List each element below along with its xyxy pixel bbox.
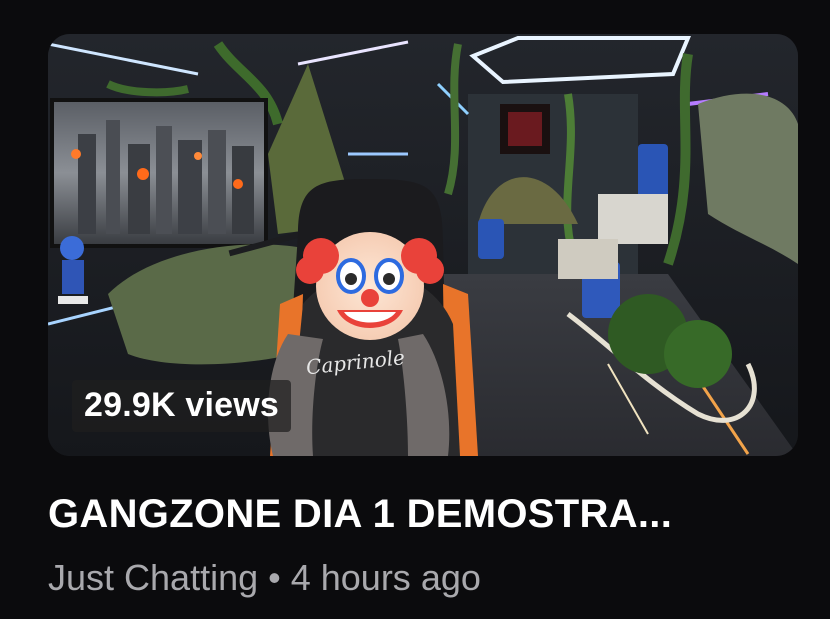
upload-age: 4 hours ago <box>290 557 481 598</box>
video-meta: Just Chatting • 4 hours ago <box>48 558 481 598</box>
views-count-badge: 29.9K views <box>72 380 291 432</box>
video-title[interactable]: GANGZONE DIA 1 DEMOSTRA... <box>48 492 808 536</box>
category-link[interactable]: Just Chatting <box>48 557 258 598</box>
video-card[interactable]: Caprinole 29.9K views GANGZONE DIA 1 DEM… <box>0 0 830 619</box>
meta-separator: • <box>268 557 281 598</box>
video-thumbnail[interactable]: Caprinole 29.9K views <box>48 34 798 456</box>
